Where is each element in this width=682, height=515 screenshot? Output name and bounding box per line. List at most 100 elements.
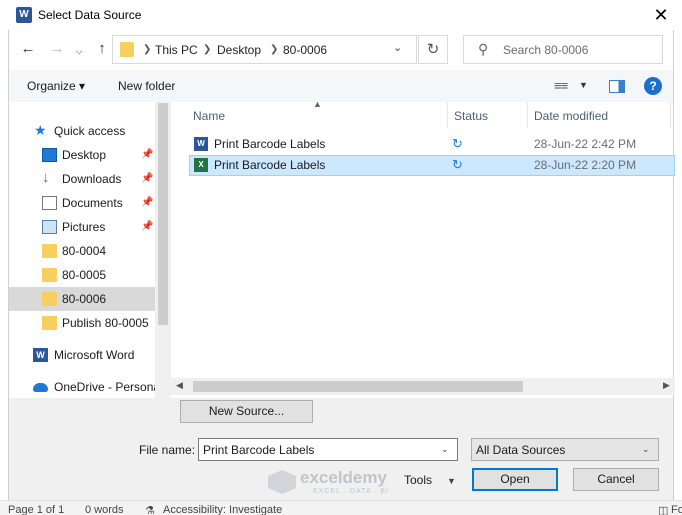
accessibility-status[interactable]: Accessibility: Investigate: [163, 504, 282, 515]
forward-arrow-icon[interactable]: →: [46, 38, 68, 60]
pin-icon: 📌: [141, 149, 154, 160]
command-toolbar: Organize ▾ New folder ≡≡ ▼ ?: [9, 70, 673, 102]
word-app-icon: W: [16, 7, 32, 23]
nav-item-publish-80-0005[interactable]: Publish 80-0005: [9, 311, 155, 335]
file-type-filter-value: All Data Sources: [476, 443, 566, 457]
chevron-down-icon[interactable]: ⌄: [441, 444, 449, 455]
watermark-tagline: EXCEL · DATA · BI: [313, 488, 389, 495]
back-arrow-icon[interactable]: ←: [17, 38, 39, 60]
file-list-header: ▲ Name Status Date modified: [171, 99, 673, 128]
folder-icon: [42, 316, 57, 330]
pin-icon: 📌: [141, 173, 154, 184]
search-icon: ⚲: [478, 41, 489, 57]
folder-icon: [42, 292, 57, 306]
breadcrumb-chevron-icon[interactable]: ❯: [203, 44, 211, 55]
pictures-icon: [42, 220, 57, 234]
nav-item-label: OneDrive - Persona: [54, 380, 161, 394]
exceldemy-logo-icon: [268, 470, 296, 494]
onedrive-icon: [33, 383, 48, 392]
page-count[interactable]: Page 1 of 1: [8, 504, 64, 515]
close-button[interactable]: ✕: [644, 0, 678, 30]
nav-item-label: Pictures: [62, 220, 106, 234]
column-header-name[interactable]: Name: [193, 109, 225, 123]
exceldemy-watermark: exceldemy EXCEL · DATA · BI: [268, 466, 418, 498]
nav-item-80-0004[interactable]: 80-0004: [9, 239, 155, 263]
folder-icon: [42, 268, 57, 282]
nav-item-onedrive[interactable]: OneDrive - Persona: [9, 375, 160, 399]
horizontal-scrollbar[interactable]: ◀ ▶: [171, 378, 675, 395]
nav-item-pictures[interactable]: Pictures 📌: [9, 215, 155, 239]
organize-menu[interactable]: Organize ▾: [27, 79, 85, 93]
word-document-icon: W: [194, 137, 208, 151]
nav-item-downloads[interactable]: ↓ Downloads 📌: [9, 167, 155, 191]
word-count[interactable]: 0 words: [85, 504, 124, 515]
nav-item-label: Quick access: [54, 124, 126, 138]
excel-workbook-icon: X: [194, 158, 208, 172]
folder-icon: [42, 244, 57, 258]
file-name: Print Barcode Labels: [214, 158, 326, 172]
file-date-modified: 28-Jun-22 2:20 PM: [534, 158, 637, 172]
documents-icon: [42, 196, 57, 210]
file-name-input[interactable]: Print Barcode Labels ⌄: [198, 438, 458, 461]
column-divider[interactable]: [527, 102, 528, 128]
nav-item-label: Microsoft Word: [54, 348, 135, 362]
file-type-filter-select[interactable]: All Data Sources ⌄: [471, 438, 659, 461]
open-button[interactable]: Open: [472, 468, 558, 491]
nav-item-80-0006[interactable]: 80-0006: [9, 287, 155, 311]
file-name-value: Print Barcode Labels: [203, 443, 315, 457]
watermark-name: exceldemy: [300, 468, 387, 487]
new-folder-button[interactable]: New folder: [118, 79, 175, 93]
sync-status-icon: ↻: [452, 157, 463, 172]
nav-item-microsoft-word[interactable]: W Microsoft Word: [9, 343, 155, 367]
nav-item-label: Publish 80-0005: [62, 316, 149, 330]
tools-menu[interactable]: Tools: [404, 473, 432, 487]
download-icon: ↓: [42, 169, 50, 186]
horizontal-scrollbar-thumb[interactable]: [193, 381, 523, 392]
address-dropdown-icon[interactable]: ⌄: [393, 41, 402, 54]
nav-item-label: Documents: [62, 196, 123, 210]
nav-item-documents[interactable]: Documents 📌: [9, 191, 155, 215]
nav-item-desktop[interactable]: Desktop 📌: [9, 143, 155, 167]
file-name: Print Barcode Labels: [214, 137, 326, 151]
nav-item-label: 80-0005: [62, 268, 107, 282]
sync-status-icon: ↻: [452, 136, 463, 151]
nav-item-quick-access[interactable]: ★ Quick access: [9, 119, 155, 143]
pin-icon: 📌: [141, 197, 154, 208]
view-options-icon[interactable]: ≡≡: [554, 78, 568, 93]
column-divider[interactable]: [670, 102, 671, 128]
chevron-down-icon[interactable]: ⌄: [642, 444, 650, 455]
nav-item-label: 80-0006: [62, 292, 107, 306]
view-dropdown-icon[interactable]: ▼: [579, 80, 588, 90]
help-icon[interactable]: ?: [644, 77, 662, 95]
recent-locations-chevron-icon[interactable]: ⌵: [68, 40, 90, 62]
address-bar[interactable]: ❯ This PC ❯ Desktop ❯ 80-0006 ⌄: [112, 35, 417, 64]
column-header-status[interactable]: Status: [454, 109, 488, 123]
scroll-left-icon[interactable]: ◀: [176, 380, 183, 391]
tools-dropdown-icon[interactable]: ▼: [447, 476, 456, 486]
nav-item-80-0005[interactable]: 80-0005: [9, 263, 155, 287]
breadcrumb-chevron-icon[interactable]: ❯: [270, 44, 278, 55]
up-arrow-icon[interactable]: ↑: [91, 38, 113, 60]
file-row[interactable]: W Print Barcode Labels ↻ 28-Jun-22 2:42 …: [189, 134, 675, 155]
breadcrumb-current-folder[interactable]: 80-0006: [283, 43, 327, 57]
column-divider[interactable]: [447, 102, 448, 128]
breadcrumb-this-pc[interactable]: This PC: [155, 43, 198, 57]
navigation-pane: ★ Quick access Desktop 📌 ↓ Downloads 📌 D…: [9, 102, 171, 398]
sort-ascending-icon: ▲: [313, 99, 322, 109]
nav-item-label: Desktop: [62, 148, 107, 162]
navigation-scrollbar-thumb[interactable]: [158, 103, 168, 325]
breadcrumb-desktop[interactable]: Desktop: [217, 43, 261, 57]
breadcrumb-chevron-icon[interactable]: ❯: [143, 44, 151, 55]
file-row-selected[interactable]: X Print Barcode Labels ↻ 28-Jun-22 2:20 …: [189, 155, 675, 176]
new-source-button[interactable]: New Source...: [180, 400, 313, 423]
pin-icon: 📌: [141, 221, 154, 232]
refresh-icon[interactable]: ↻: [418, 35, 448, 64]
column-header-date-modified[interactable]: Date modified: [534, 109, 608, 123]
accessibility-icon: ⚗: [145, 505, 155, 515]
preview-pane-icon[interactable]: [609, 80, 625, 93]
word-status-bar: Page 1 of 1 0 words ⚗ Accessibility: Inv…: [0, 500, 682, 515]
focus-mode-label[interactable]: Fo: [671, 504, 682, 515]
search-input[interactable]: ⚲ Search 80-0006: [463, 35, 663, 64]
cancel-button[interactable]: Cancel: [573, 468, 659, 491]
scroll-right-icon[interactable]: ▶: [663, 380, 670, 391]
